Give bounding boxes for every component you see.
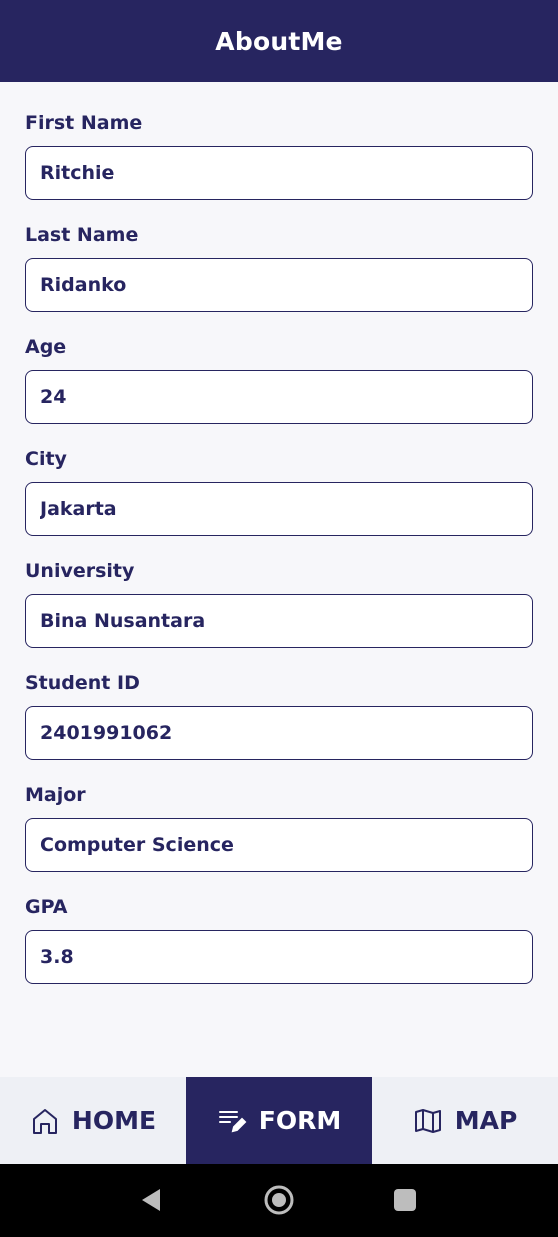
form-edit-icon (218, 1110, 247, 1132)
nav-item-home[interactable]: HOME (0, 1077, 186, 1164)
last-name-field: Last Name (25, 222, 533, 312)
age-field: Age (25, 334, 533, 424)
recents-square-icon (394, 1189, 416, 1211)
last-name-input[interactable] (40, 274, 518, 296)
university-box[interactable] (25, 594, 533, 648)
city-input[interactable] (40, 498, 518, 520)
first-name-label: First Name (25, 112, 143, 134)
app-bar: AboutMe (0, 0, 558, 82)
university-field: University (25, 558, 533, 648)
last-name-box[interactable] (25, 258, 533, 312)
bottom-navigation: HOME FORM MAP (0, 1077, 558, 1164)
first-name-input[interactable] (40, 162, 518, 184)
nav-form-label: FORM (258, 1106, 342, 1135)
first-name-field: First Name (25, 110, 533, 200)
system-recents-button[interactable] (385, 1180, 425, 1220)
age-box[interactable] (25, 370, 533, 424)
home-circle-icon (264, 1185, 294, 1215)
app-screen: AboutMe First Name Last Name Age City (0, 0, 558, 1237)
nav-item-form[interactable]: FORM (186, 1077, 372, 1164)
city-field: City (25, 446, 533, 536)
system-home-button[interactable] (259, 1180, 299, 1220)
major-field: Major (25, 782, 533, 872)
home-icon (32, 1108, 57, 1134)
system-navigation-bar (0, 1164, 558, 1237)
university-input[interactable] (40, 610, 518, 632)
student-id-field: Student ID (25, 670, 533, 760)
gpa-box[interactable] (25, 930, 533, 984)
first-name-box[interactable] (25, 146, 533, 200)
gpa-field: GPA (25, 894, 533, 984)
nav-item-map[interactable]: MAP (372, 1077, 558, 1164)
nav-map-label: MAP (454, 1106, 518, 1135)
university-label: University (25, 560, 135, 582)
back-triangle-icon (142, 1189, 160, 1211)
age-input[interactable] (40, 386, 518, 408)
major-box[interactable] (25, 818, 533, 872)
nav-home-label: HOME (71, 1106, 157, 1135)
city-box[interactable] (25, 482, 533, 536)
major-label: Major (25, 784, 86, 806)
major-input[interactable] (40, 834, 518, 856)
student-id-label: Student ID (25, 672, 140, 694)
city-label: City (25, 448, 67, 470)
age-label: Age (25, 336, 67, 358)
student-id-input[interactable] (40, 722, 518, 744)
gpa-input[interactable] (40, 946, 518, 968)
system-back-button[interactable] (131, 1180, 171, 1220)
about-me-form: First Name Last Name Age City University (0, 82, 558, 1077)
last-name-label: Last Name (25, 224, 139, 246)
student-id-box[interactable] (25, 706, 533, 760)
gpa-label: GPA (25, 896, 68, 918)
app-title: AboutMe (215, 26, 343, 56)
map-icon (414, 1108, 441, 1133)
